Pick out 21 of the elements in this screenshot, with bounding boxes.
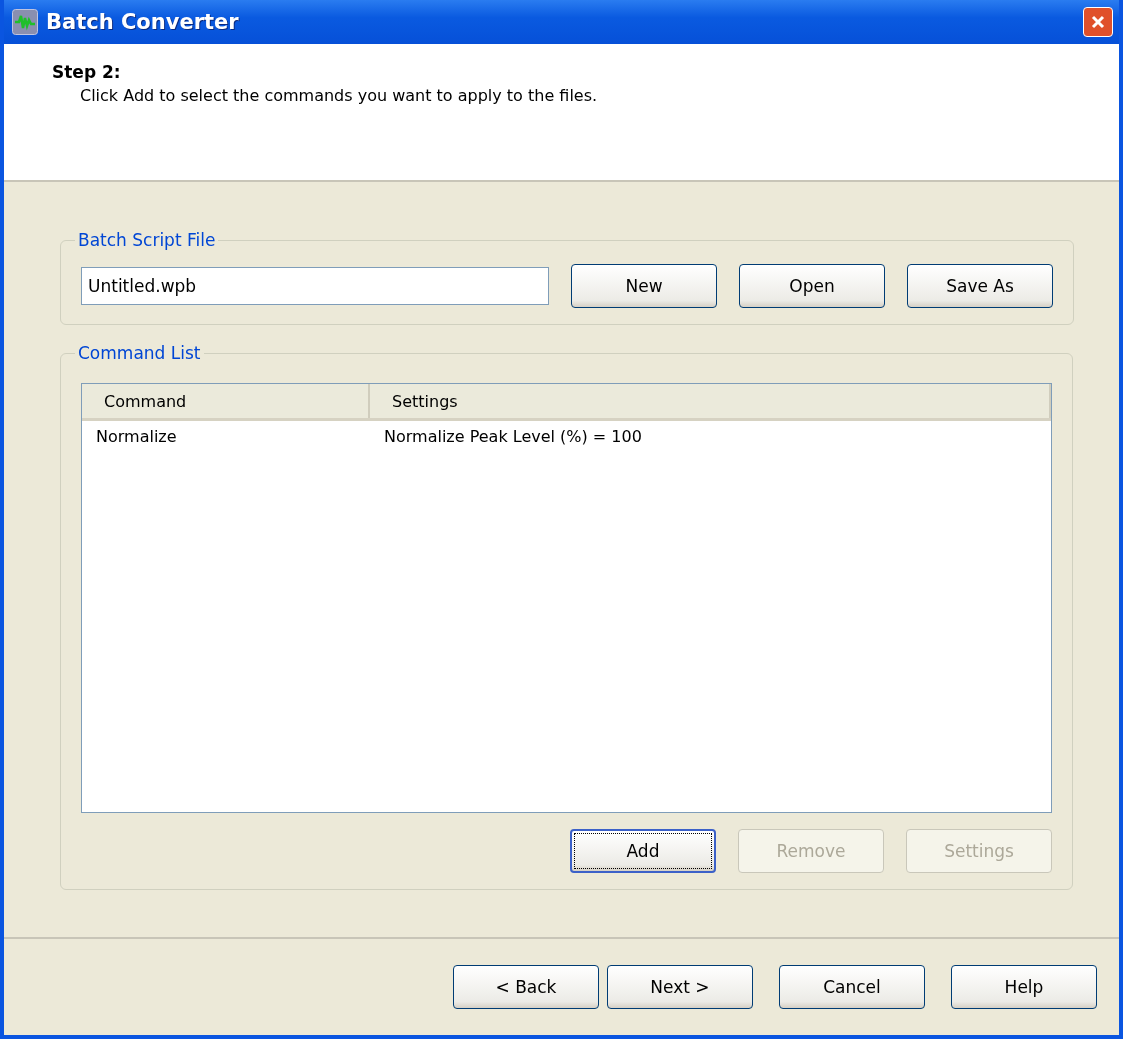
column-header[interactable]: Settings [370, 384, 1051, 418]
window-title: Batch Converter [46, 10, 240, 34]
waveform-icon [12, 9, 38, 35]
script-button[interactable]: Save As [907, 264, 1053, 308]
script-button[interactable]: New [571, 264, 717, 308]
file-name-field[interactable]: Untitled.wpb [81, 267, 549, 305]
command-button[interactable]: Add [570, 829, 716, 873]
step-title: Step 2: [52, 62, 122, 82]
group-title: Command List [77, 343, 202, 363]
close-button[interactable] [1083, 7, 1113, 37]
column-header[interactable]: Command [82, 384, 370, 418]
wizard-button[interactable]: Next > [607, 965, 753, 1009]
wizard-button[interactable]: Help [951, 965, 1097, 1009]
group-title: Batch Script File [77, 230, 217, 250]
wizard-button[interactable]: Cancel [779, 965, 925, 1009]
script-button[interactable]: Open [739, 264, 885, 308]
table-cell-text: Normalize Peak Level (%) = 100 [383, 425, 643, 448]
wizard-button[interactable]: < Back [453, 965, 599, 1009]
table-cell-text: Normalize [95, 425, 178, 448]
step-instruction: Click Add to select the commands you want to apply to the files. [79, 86, 599, 105]
close-icon [1090, 14, 1106, 30]
